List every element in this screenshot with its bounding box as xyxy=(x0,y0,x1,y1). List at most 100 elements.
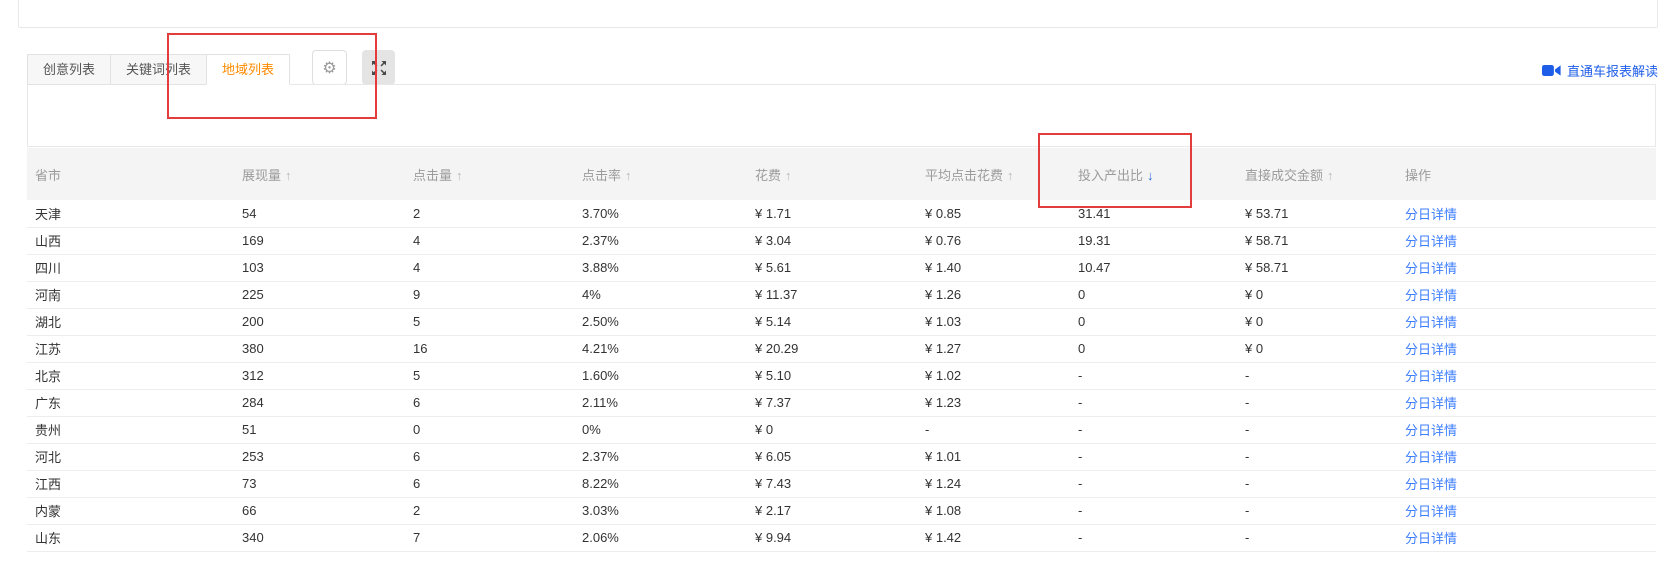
daily-detail-link[interactable]: 分日详情 xyxy=(1405,531,1457,546)
cell-roi: 0 xyxy=(1078,335,1245,362)
sort-asc-icon: ↑ xyxy=(1327,168,1334,183)
col-header-8: 操作 xyxy=(1405,148,1656,200)
cell-direct_revenue: - xyxy=(1245,497,1405,524)
table-row: 内蒙6623.03%¥ 2.17¥ 1.08--分日详情 xyxy=(27,497,1656,524)
cell-avg_cpc: ¥ 1.02 xyxy=(925,362,1078,389)
cell-ctr: 1.60% xyxy=(582,362,755,389)
cell-action: 分日详情 xyxy=(1405,362,1656,389)
cell-direct_revenue: - xyxy=(1245,470,1405,497)
cell-direct_revenue: ¥ 0 xyxy=(1245,281,1405,308)
cell-cost: ¥ 11.37 xyxy=(755,281,925,308)
daily-detail-link[interactable]: 分日详情 xyxy=(1405,504,1457,519)
annotation-box-roi-column xyxy=(1038,133,1192,208)
col-header-4[interactable]: 花费↑ xyxy=(755,148,925,200)
cell-cost: ¥ 2.17 xyxy=(755,497,925,524)
cell-roi: 0 xyxy=(1078,281,1245,308)
cell-avg_cpc: ¥ 1.40 xyxy=(925,254,1078,281)
cell-province: 湖北 xyxy=(27,308,242,335)
daily-detail-link[interactable]: 分日详情 xyxy=(1405,396,1457,411)
cell-clicks: 4 xyxy=(413,227,582,254)
daily-detail-link[interactable]: 分日详情 xyxy=(1405,315,1457,330)
daily-detail-link[interactable]: 分日详情 xyxy=(1405,477,1457,492)
cell-province: 江苏 xyxy=(27,335,242,362)
cell-province: 广东 xyxy=(27,389,242,416)
cell-action: 分日详情 xyxy=(1405,470,1656,497)
video-camera-icon xyxy=(1542,64,1561,77)
col-header-1[interactable]: 展现量↑ xyxy=(242,148,413,200)
cell-action: 分日详情 xyxy=(1405,281,1656,308)
col-header-label: 点击量 xyxy=(413,168,452,183)
table-row: 山东34072.06%¥ 9.94¥ 1.42--分日详情 xyxy=(27,524,1656,551)
cell-action: 分日详情 xyxy=(1405,524,1656,551)
cell-clicks: 0 xyxy=(413,416,582,443)
tab-creative-list[interactable]: 创意列表 xyxy=(27,54,111,85)
cell-ctr: 3.03% xyxy=(582,497,755,524)
cell-cost: ¥ 20.29 xyxy=(755,335,925,362)
upper-panel-bottom xyxy=(18,0,1658,28)
cell-impressions: 200 xyxy=(242,308,413,335)
cell-action: 分日详情 xyxy=(1405,254,1656,281)
cell-direct_revenue: - xyxy=(1245,389,1405,416)
report-guide-link[interactable]: 直通车报表解读 xyxy=(1542,61,1658,80)
cell-avg_cpc: ¥ 1.03 xyxy=(925,308,1078,335)
cell-roi: - xyxy=(1078,416,1245,443)
table-header-row: 省市展现量↑点击量↑点击率↑花费↑平均点击花费↑投入产出比↓直接成交金额↑操作 xyxy=(27,148,1656,200)
cell-ctr: 4% xyxy=(582,281,755,308)
table-row: 北京31251.60%¥ 5.10¥ 1.02--分日详情 xyxy=(27,362,1656,389)
table-row: 江苏380164.21%¥ 20.29¥ 1.270¥ 0分日详情 xyxy=(27,335,1656,362)
daily-detail-link[interactable]: 分日详情 xyxy=(1405,261,1457,276)
cell-action: 分日详情 xyxy=(1405,227,1656,254)
region-data-table: 省市展现量↑点击量↑点击率↑花费↑平均点击花费↑投入产出比↓直接成交金额↑操作 … xyxy=(27,148,1656,552)
table-body: 天津5423.70%¥ 1.71¥ 0.8531.41¥ 53.71分日详情山西… xyxy=(27,200,1656,551)
cell-cost: ¥ 5.61 xyxy=(755,254,925,281)
cell-clicks: 16 xyxy=(413,335,582,362)
cell-province: 四川 xyxy=(27,254,242,281)
cell-clicks: 6 xyxy=(413,470,582,497)
col-header-label: 省市 xyxy=(35,168,61,183)
cell-direct_revenue: ¥ 58.71 xyxy=(1245,227,1405,254)
sort-asc-icon: ↑ xyxy=(456,168,463,183)
daily-detail-link[interactable]: 分日详情 xyxy=(1405,288,1457,303)
daily-detail-link[interactable]: 分日详情 xyxy=(1405,369,1457,384)
cell-province: 河南 xyxy=(27,281,242,308)
cell-cost: ¥ 9.94 xyxy=(755,524,925,551)
cell-province: 山西 xyxy=(27,227,242,254)
sort-asc-icon: ↑ xyxy=(1007,168,1014,183)
report-guide-label: 直通车报表解读 xyxy=(1567,61,1658,80)
table-row: 湖北20052.50%¥ 5.14¥ 1.030¥ 0分日详情 xyxy=(27,308,1656,335)
cell-action: 分日详情 xyxy=(1405,389,1656,416)
cell-ctr: 2.50% xyxy=(582,308,755,335)
cell-impressions: 103 xyxy=(242,254,413,281)
cell-cost: ¥ 6.05 xyxy=(755,443,925,470)
cell-direct_revenue: ¥ 0 xyxy=(1245,335,1405,362)
cell-roi: - xyxy=(1078,497,1245,524)
table-row: 河南22594%¥ 11.37¥ 1.260¥ 0分日详情 xyxy=(27,281,1656,308)
daily-detail-link[interactable]: 分日详情 xyxy=(1405,207,1457,222)
daily-detail-link[interactable]: 分日详情 xyxy=(1405,450,1457,465)
cell-impressions: 169 xyxy=(242,227,413,254)
cell-direct_revenue: ¥ 53.71 xyxy=(1245,200,1405,227)
cell-clicks: 4 xyxy=(413,254,582,281)
cell-action: 分日详情 xyxy=(1405,416,1656,443)
cell-clicks: 7 xyxy=(413,524,582,551)
daily-detail-link[interactable]: 分日详情 xyxy=(1405,234,1457,249)
sort-asc-icon: ↑ xyxy=(285,168,292,183)
cell-action: 分日详情 xyxy=(1405,443,1656,470)
col-header-3[interactable]: 点击率↑ xyxy=(582,148,755,200)
cell-province: 河北 xyxy=(27,443,242,470)
cell-cost: ¥ 1.71 xyxy=(755,200,925,227)
col-header-2[interactable]: 点击量 ↑ xyxy=(413,148,582,200)
cell-ctr: 4.21% xyxy=(582,335,755,362)
cell-ctr: 3.70% xyxy=(582,200,755,227)
cell-avg_cpc: ¥ 1.23 xyxy=(925,389,1078,416)
cell-province: 贵州 xyxy=(27,416,242,443)
table-row: 江西7368.22%¥ 7.43¥ 1.24--分日详情 xyxy=(27,470,1656,497)
daily-detail-link[interactable]: 分日详情 xyxy=(1405,423,1457,438)
table-row: 四川10343.88%¥ 5.61¥ 1.4010.47¥ 58.71分日详情 xyxy=(27,254,1656,281)
col-header-7[interactable]: 直接成交金额↑ xyxy=(1245,148,1405,200)
cell-impressions: 380 xyxy=(242,335,413,362)
cell-direct_revenue: - xyxy=(1245,362,1405,389)
cell-impressions: 73 xyxy=(242,470,413,497)
cell-action: 分日详情 xyxy=(1405,335,1656,362)
daily-detail-link[interactable]: 分日详情 xyxy=(1405,342,1457,357)
